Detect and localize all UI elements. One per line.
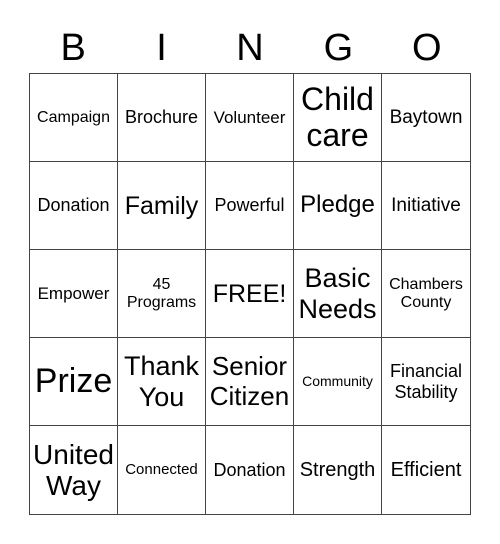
bingo-cell[interactable]: Connected: [118, 426, 206, 514]
bingo-cell[interactable]: Senior Citizen: [206, 338, 294, 426]
bingo-cell[interactable]: Campaign: [30, 74, 118, 162]
header-letter-o: O: [411, 27, 442, 69]
bingo-cell[interactable]: Brochure: [118, 74, 206, 162]
bingo-cell[interactable]: 45 Programs: [118, 250, 206, 338]
bingo-cell[interactable]: Empower: [30, 250, 118, 338]
header-letter-i: I: [156, 27, 167, 69]
bingo-cell[interactable]: United Way: [30, 426, 118, 514]
bingo-cell[interactable]: Chambers County: [382, 250, 470, 338]
header-letter-b: B: [60, 27, 86, 69]
bingo-header: B I N G O: [29, 24, 471, 72]
bingo-cell[interactable]: Community: [294, 338, 382, 426]
bingo-cell[interactable]: Volunteer: [206, 74, 294, 162]
bingo-cell[interactable]: Baytown: [382, 74, 470, 162]
bingo-cell[interactable]: Donation: [30, 162, 118, 250]
header-letter-g: G: [323, 27, 354, 69]
bingo-cell[interactable]: Efficient: [382, 426, 470, 514]
bingo-cell[interactable]: Child care: [294, 74, 382, 162]
free-space[interactable]: FREE!: [206, 250, 294, 338]
bingo-cell[interactable]: Powerful: [206, 162, 294, 250]
bingo-cell[interactable]: Donation: [206, 426, 294, 514]
bingo-cell[interactable]: Basic Needs: [294, 250, 382, 338]
bingo-cell[interactable]: Initiative: [382, 162, 470, 250]
bingo-cell[interactable]: Pledge: [294, 162, 382, 250]
bingo-cell[interactable]: Family: [118, 162, 206, 250]
bingo-cell[interactable]: Strength: [294, 426, 382, 514]
bingo-cell[interactable]: Thank You: [118, 338, 206, 426]
bingo-cell[interactable]: Financial Stability: [382, 338, 470, 426]
bingo-cell[interactable]: Prize: [30, 338, 118, 426]
header-letter-n: N: [236, 27, 264, 69]
bingo-grid: Campaign Brochure Volunteer Child care B…: [29, 73, 471, 515]
